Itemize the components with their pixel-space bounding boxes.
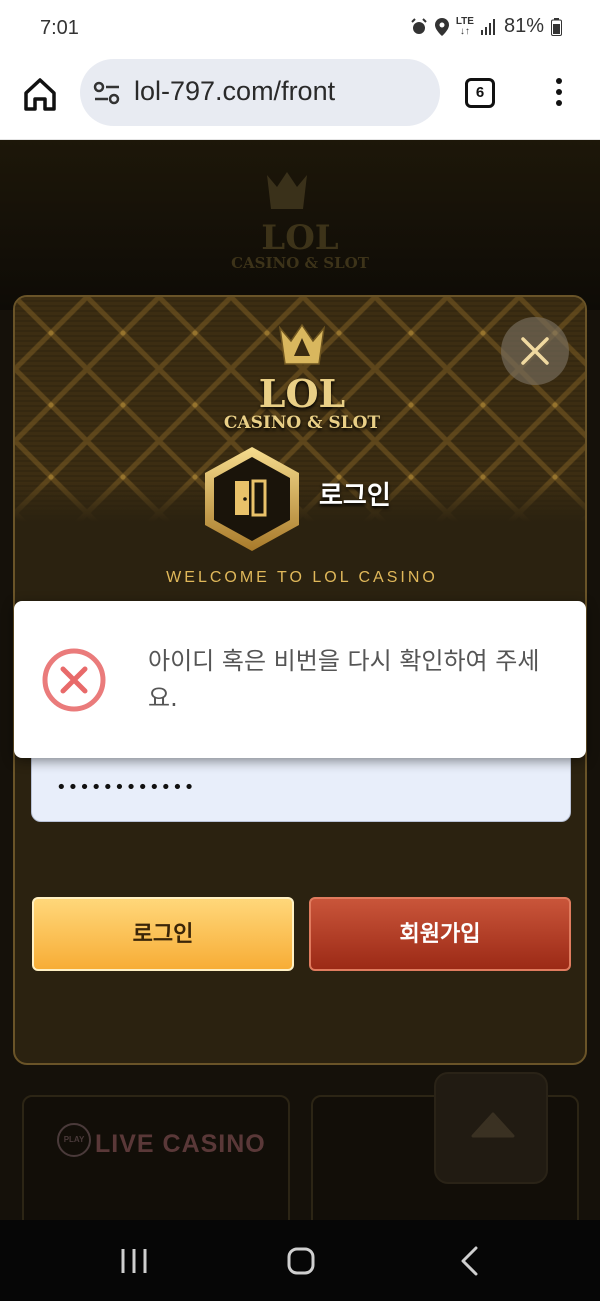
close-button[interactable] — [501, 317, 569, 385]
error-message: 아이디 혹은 비번을 다시 확인하여 주세요. — [148, 647, 540, 712]
play-badge: PLAY — [57, 1123, 91, 1157]
door-icon — [205, 447, 299, 551]
alarm-icon — [411, 17, 427, 34]
page-logo-icon — [267, 172, 307, 209]
battery-percent: 81% — [503, 15, 544, 37]
signal-icon — [480, 18, 495, 35]
status-time: 7:01 — [40, 17, 79, 39]
modal-logo-subtitle: CASINO & SLOT — [223, 413, 381, 433]
signup-button[interactable]: 회원가입 — [309, 897, 571, 971]
back-icon[interactable] — [458, 1246, 482, 1276]
battery-icon — [551, 17, 562, 36]
crown-logo-icon — [278, 324, 326, 365]
home-nav-icon[interactable] — [287, 1246, 315, 1276]
system-nav-bar — [0, 1220, 600, 1301]
more-menu-icon[interactable] — [552, 78, 566, 112]
password-field[interactable]: •••••••••••• — [31, 752, 571, 822]
network-type: LTE ↓↑ — [455, 15, 474, 37]
arrow-up-icon — [471, 1112, 515, 1138]
status-bar: 7:01 LTE ↓↑ 81% — [0, 0, 600, 56]
live-casino-label: LIVE CASINO — [95, 1130, 266, 1158]
status-icons: LTE ↓↑ 81% — [410, 15, 562, 38]
modal-logo-title: LOL — [258, 371, 346, 416]
screen: 7:01 LTE ↓↑ 81% lol-797.com/front 6 LOL C… — [0, 0, 600, 1301]
login-button[interactable]: 로그인 — [32, 897, 294, 971]
url-text[interactable]: lol-797.com/front — [134, 76, 335, 107]
scroll-to-top-button[interactable] — [434, 1072, 548, 1184]
modal-title: 로그인 — [319, 481, 391, 511]
page-logo-title: LOL — [261, 218, 339, 258]
recent-apps-icon[interactable] — [120, 1246, 148, 1276]
page-logo-subtitle: CASINO & SLOT — [231, 254, 369, 272]
location-icon — [434, 17, 449, 36]
site-settings-icon[interactable] — [93, 81, 121, 105]
welcome-text: WELCOME TO LOL CASINO — [166, 569, 438, 586]
close-icon — [521, 337, 549, 365]
address-bar[interactable]: lol-797.com/front — [80, 59, 440, 126]
browser-toolbar: lol-797.com/front 6 — [0, 56, 600, 140]
error-alert: 아이디 혹은 비번을 다시 확인하여 주세요. — [14, 601, 586, 758]
home-icon[interactable] — [20, 74, 60, 114]
error-x-circle-icon — [42, 648, 106, 712]
tab-switcher-button[interactable]: 6 — [465, 78, 495, 108]
